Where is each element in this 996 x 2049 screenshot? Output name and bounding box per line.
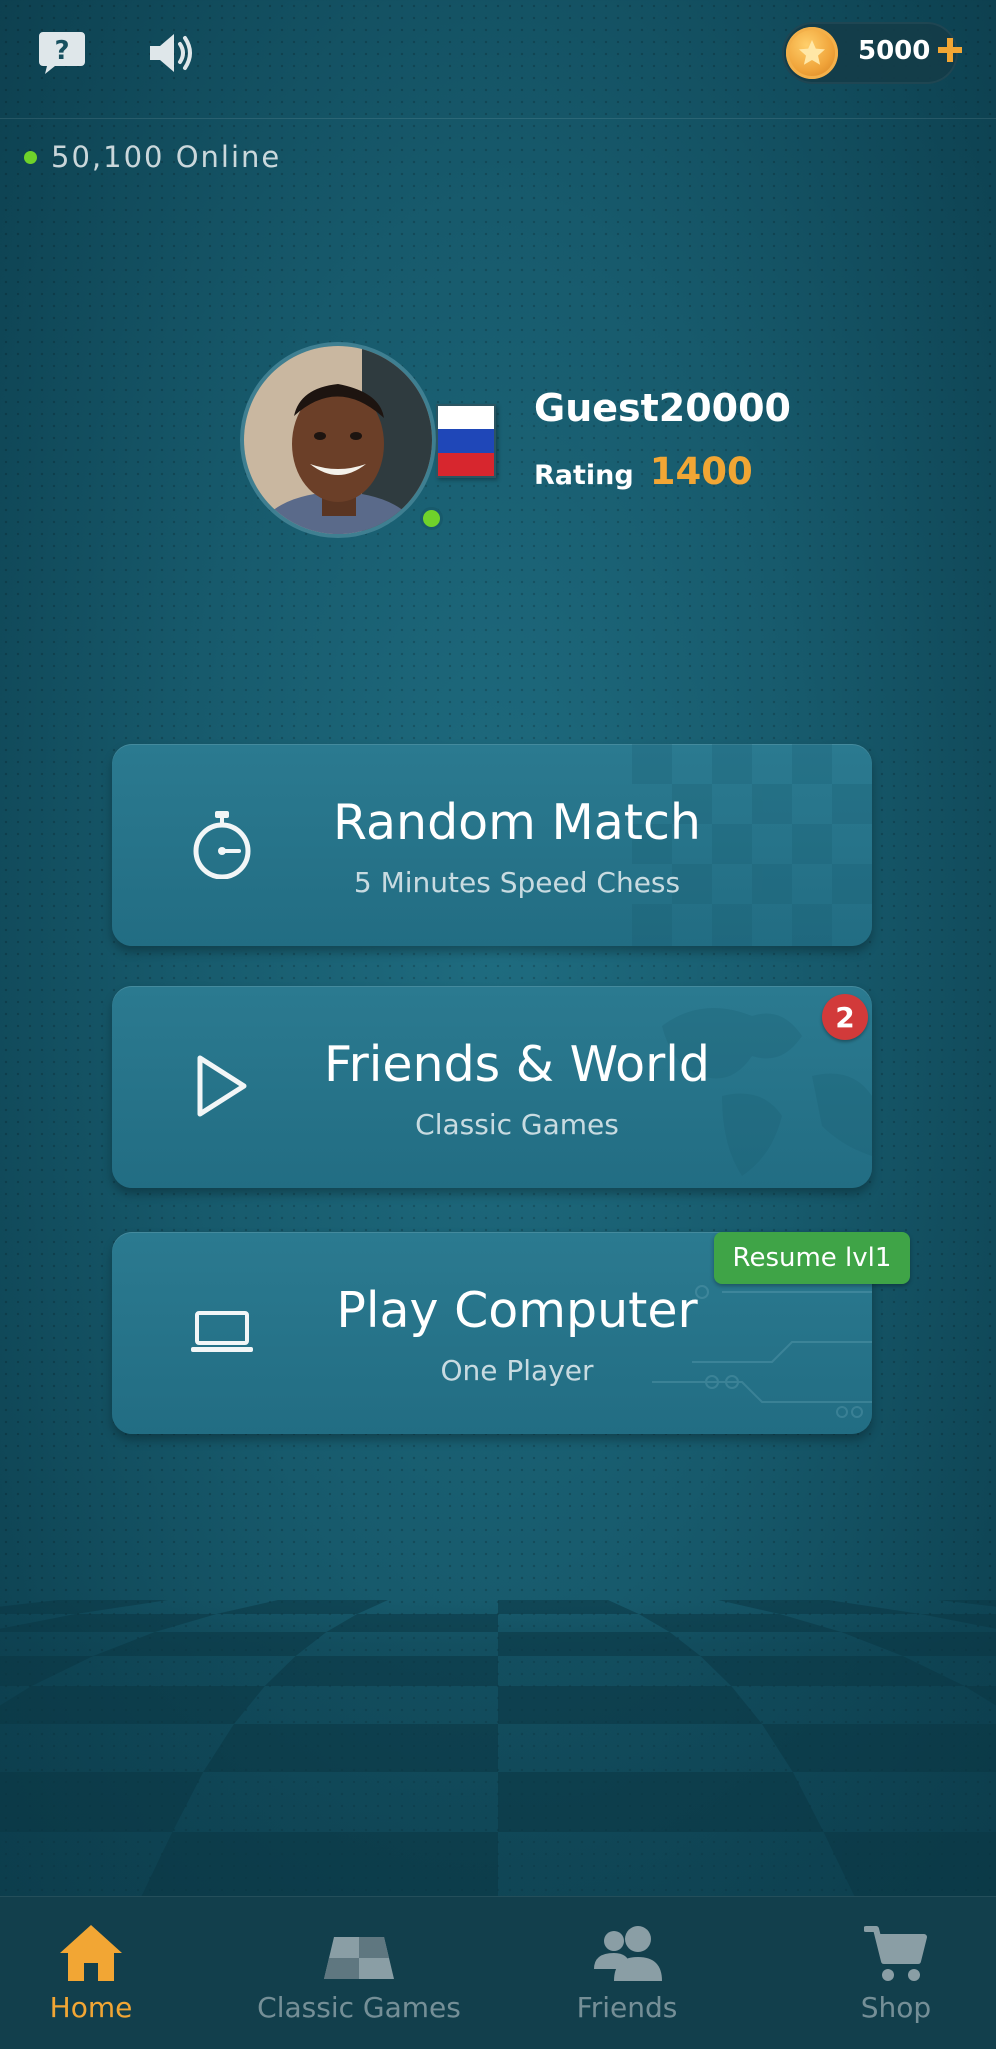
cart-icon [864, 1917, 928, 1983]
card-title: Friends & World [324, 1036, 710, 1093]
chessboard-icon [322, 1917, 396, 1983]
floor-tile [762, 1724, 996, 1772]
online-dot [24, 150, 37, 164]
top-bar: ? 5000 [0, 0, 996, 119]
card-subtitle: 5 Minutes Speed Chess [353, 866, 681, 899]
speaker-icon [150, 34, 192, 72]
floor-tile [264, 1656, 498, 1686]
sound-button[interactable] [142, 28, 200, 78]
russia-flag-icon [436, 404, 496, 478]
online-count: 50,100 Online [24, 140, 281, 174]
friends-icon [590, 1917, 664, 1983]
floor-tile [0, 1686, 265, 1724]
nav-label: Classic Games [257, 1991, 461, 2024]
rating-label: Rating [534, 460, 634, 491]
floor-tile [0, 1772, 204, 1832]
nav-friends[interactable]: Friends [560, 1897, 694, 2049]
online-status-dot [420, 507, 443, 530]
friends-world-button[interactable]: Friends & World Classic Games [112, 986, 872, 1188]
bottom-navigation: Home Classic Games Friends Shop [0, 1896, 996, 2049]
floor-tile [498, 1772, 824, 1832]
nav-label: Shop [860, 1991, 932, 2024]
floor-tile [203, 1724, 498, 1772]
card-title: Play Computer [336, 1282, 698, 1339]
nav-home[interactable]: Home [30, 1897, 152, 2049]
floor-tile [498, 1686, 762, 1724]
rating-value: 1400 [649, 450, 753, 493]
random-match-button[interactable]: Random Match 5 Minutes Speed Chess [112, 744, 872, 946]
coin-star-icon [786, 27, 838, 79]
avatar[interactable] [240, 342, 436, 538]
plus-icon[interactable] [936, 36, 964, 64]
nav-label: Home [49, 1991, 133, 2024]
nav-classic-games[interactable]: Classic Games [256, 1897, 462, 2049]
username: Guest20000 [534, 386, 792, 430]
rating: Rating 1400 [534, 450, 753, 493]
chessboard-floor-decoration [0, 1600, 996, 1896]
help-bubble-icon: ? [39, 32, 85, 74]
card-title: Random Match [333, 794, 701, 851]
coins-value: 5000 [858, 36, 931, 66]
floor-tile [141, 1832, 498, 1896]
help-button[interactable]: ? [34, 28, 90, 78]
nav-label: Friends [576, 1991, 678, 2024]
nav-shop[interactable]: Shop [848, 1897, 944, 2049]
card-subtitle: One Player [440, 1354, 594, 1387]
floor-tile [498, 1632, 701, 1656]
notification-badge: 2 [822, 994, 868, 1040]
resume-level-tag[interactable]: Resume lvl1 [714, 1232, 910, 1284]
svg-text:?: ? [54, 36, 69, 66]
home-icon [58, 1917, 124, 1983]
coins-balance[interactable]: 5000 [782, 22, 958, 84]
card-subtitle: Classic Games [415, 1108, 619, 1141]
online-count-text: 50,100 Online [51, 140, 282, 174]
